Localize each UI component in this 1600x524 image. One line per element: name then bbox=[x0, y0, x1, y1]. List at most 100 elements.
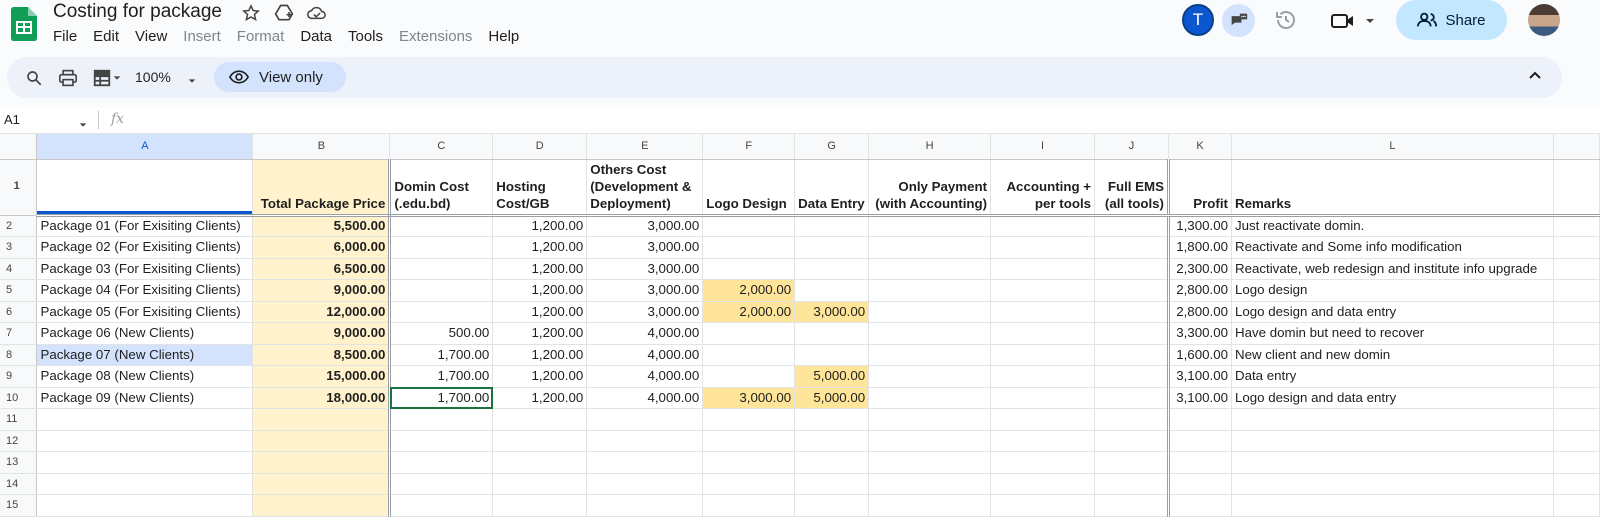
cell-f15[interactable] bbox=[702, 494, 796, 517]
cell-c11[interactable] bbox=[389, 408, 494, 431]
cell-h14[interactable] bbox=[868, 473, 992, 495]
meet-button[interactable] bbox=[1330, 8, 1380, 34]
cell-k6[interactable]: 2,800.00 bbox=[1167, 301, 1232, 323]
cell-i11[interactable] bbox=[990, 408, 1096, 431]
row-header[interactable]: 10 bbox=[0, 387, 38, 409]
column-header-i[interactable]: I bbox=[990, 134, 1096, 160]
column-header-l[interactable]: L bbox=[1231, 134, 1554, 160]
cell-i2[interactable] bbox=[990, 215, 1096, 237]
cell-g3[interactable] bbox=[794, 236, 870, 259]
column-header-k[interactable]: K bbox=[1168, 134, 1232, 160]
column-header-f[interactable]: F bbox=[702, 134, 796, 160]
cell-d13[interactable] bbox=[492, 451, 588, 474]
cell-d10[interactable]: 1,200.00 bbox=[492, 387, 588, 409]
column-header-d[interactable]: D bbox=[492, 134, 588, 160]
name-box[interactable]: A1 bbox=[4, 112, 20, 127]
cell-e6[interactable]: 3,000.00 bbox=[586, 301, 704, 323]
row-header[interactable]: 5 bbox=[0, 279, 38, 302]
cell-a8[interactable]: Package 07 (New Clients) bbox=[36, 344, 254, 366]
cell-a13[interactable] bbox=[36, 451, 254, 474]
cell-a9[interactable]: Package 08 (New Clients) bbox=[36, 365, 254, 388]
cell-m6[interactable] bbox=[1553, 301, 1600, 323]
menu-data[interactable]: Data bbox=[300, 27, 332, 47]
cell-b1[interactable]: Total Package Price bbox=[252, 159, 392, 217]
cell-k2[interactable]: 1,300.00 bbox=[1167, 215, 1232, 237]
cell-c8[interactable]: 1,700.00 bbox=[389, 344, 494, 366]
user-avatar[interactable] bbox=[1528, 4, 1560, 36]
cell-e14[interactable] bbox=[586, 473, 704, 495]
cell-i1[interactable]: Accounting + per tools bbox=[990, 159, 1096, 217]
row-header[interactable]: 14 bbox=[0, 473, 38, 495]
cell-k8[interactable]: 1,600.00 bbox=[1167, 344, 1232, 366]
cell-a15[interactable] bbox=[36, 494, 254, 517]
menu-format[interactable]: Format bbox=[237, 27, 285, 47]
cell-i10[interactable] bbox=[990, 387, 1096, 409]
cell-g14[interactable] bbox=[794, 473, 870, 495]
cell-d11[interactable] bbox=[492, 408, 588, 431]
cell-k11[interactable] bbox=[1167, 408, 1232, 431]
cell-h2[interactable] bbox=[868, 215, 992, 237]
cell-j11[interactable] bbox=[1094, 408, 1169, 431]
cell-e4[interactable]: 3,000.00 bbox=[586, 258, 704, 280]
cell-l3[interactable]: Reactivate and Some info modification bbox=[1231, 236, 1554, 259]
cell-m5[interactable] bbox=[1553, 279, 1600, 302]
cell-c14[interactable] bbox=[389, 473, 494, 495]
cell-k7[interactable]: 3,300.00 bbox=[1167, 322, 1232, 345]
row-header[interactable]: 6 bbox=[0, 301, 38, 323]
cell-l12[interactable] bbox=[1231, 430, 1554, 452]
cell-a5[interactable]: Package 04 (For Exisiting Clients) bbox=[36, 279, 254, 302]
cell-h6[interactable] bbox=[868, 301, 992, 323]
cell-j6[interactable] bbox=[1094, 301, 1169, 323]
document-title[interactable]: Costing for package bbox=[53, 0, 222, 24]
cell-b3[interactable]: 6,000.00 bbox=[252, 236, 392, 259]
cell-c6[interactable] bbox=[389, 301, 494, 323]
cell-a3[interactable]: Package 02 (For Exisiting Clients) bbox=[36, 236, 254, 259]
cell-k3[interactable]: 1,800.00 bbox=[1167, 236, 1232, 259]
cell-d12[interactable] bbox=[492, 430, 588, 452]
column-header-j[interactable]: J bbox=[1094, 134, 1169, 160]
cell-i7[interactable] bbox=[990, 322, 1096, 345]
cell-f13[interactable] bbox=[702, 451, 796, 474]
cell-a14[interactable] bbox=[36, 473, 254, 495]
cell-i9[interactable] bbox=[990, 365, 1096, 388]
cell-c9[interactable]: 1,700.00 bbox=[389, 365, 494, 388]
cell-j10[interactable] bbox=[1094, 387, 1169, 409]
cell-b5[interactable]: 9,000.00 bbox=[252, 279, 392, 302]
cell-d4[interactable]: 1,200.00 bbox=[492, 258, 588, 280]
cell-j13[interactable] bbox=[1094, 451, 1169, 474]
cell-j12[interactable] bbox=[1094, 430, 1169, 452]
cell-m9[interactable] bbox=[1553, 365, 1600, 388]
cell-a10[interactable]: Package 09 (New Clients) bbox=[36, 387, 254, 409]
cell-i13[interactable] bbox=[990, 451, 1096, 474]
cell-g6[interactable]: 3,000.00 bbox=[794, 301, 870, 323]
version-history-icon[interactable] bbox=[1273, 7, 1299, 33]
cell-j8[interactable] bbox=[1094, 344, 1169, 366]
cell-c12[interactable] bbox=[389, 430, 494, 452]
cell-h12[interactable] bbox=[868, 430, 992, 452]
cell-h9[interactable] bbox=[868, 365, 992, 388]
cell-b14[interactable] bbox=[252, 473, 392, 495]
cloud-saved-icon[interactable] bbox=[307, 3, 327, 23]
share-button[interactable]: Share bbox=[1396, 0, 1507, 40]
cell-h5[interactable] bbox=[868, 279, 992, 302]
cell-i14[interactable] bbox=[990, 473, 1096, 495]
cell-m11[interactable] bbox=[1553, 408, 1600, 431]
row-header[interactable]: 13 bbox=[0, 451, 38, 474]
cell-f14[interactable] bbox=[702, 473, 796, 495]
cell-d9[interactable]: 1,200.00 bbox=[492, 365, 588, 388]
cell-m2[interactable] bbox=[1553, 215, 1600, 237]
cell-h8[interactable] bbox=[868, 344, 992, 366]
cell-g4[interactable] bbox=[794, 258, 870, 280]
column-header-e[interactable]: E bbox=[586, 134, 704, 160]
cell-b15[interactable] bbox=[252, 494, 392, 517]
cell-m15[interactable] bbox=[1553, 494, 1600, 517]
cell-f1[interactable]: Logo Design bbox=[702, 159, 796, 217]
menu-view[interactable]: View bbox=[135, 27, 167, 47]
cell-f8[interactable] bbox=[702, 344, 796, 366]
cell-k13[interactable] bbox=[1167, 451, 1232, 474]
column-header-a[interactable]: A bbox=[36, 134, 254, 160]
cell-f9[interactable] bbox=[702, 365, 796, 388]
cell-g15[interactable] bbox=[794, 494, 870, 517]
view-only-mode-button[interactable]: View only bbox=[214, 62, 346, 92]
cell-m3[interactable] bbox=[1553, 236, 1600, 259]
